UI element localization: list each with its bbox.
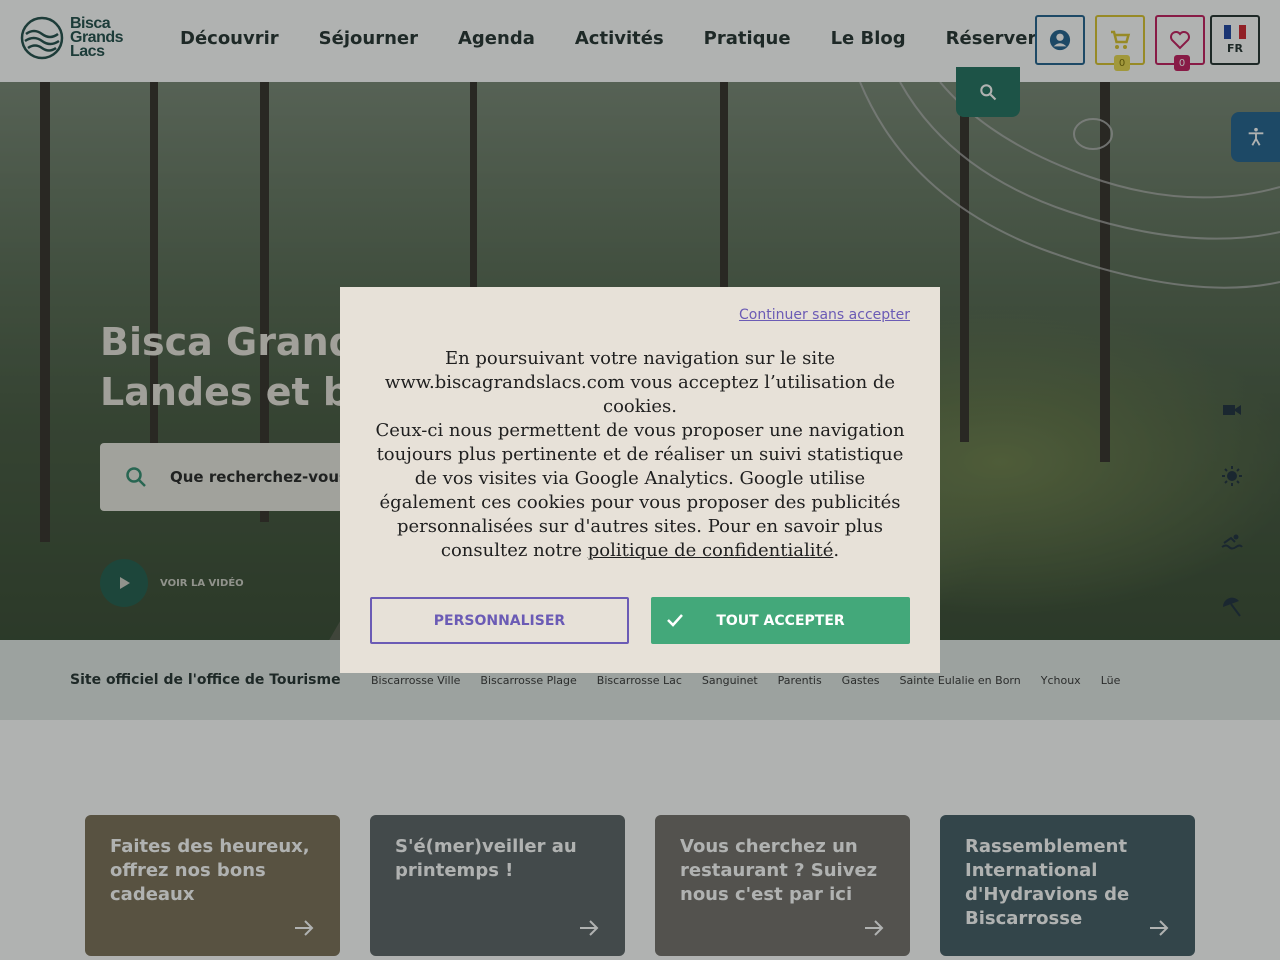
customize-button[interactable]: PERSONNALISER (370, 597, 629, 644)
cookie-text-details: Ceux-ci nous permettent de vous proposer… (375, 420, 905, 561)
privacy-policy-link[interactable]: politique de confidentialité (588, 540, 834, 561)
cookie-text: En poursuivant votre navigation sur le s… (370, 347, 910, 563)
check-icon (667, 614, 683, 627)
continue-without-accepting-link[interactable]: Continuer sans accepter (739, 307, 910, 323)
accept-all-button[interactable]: TOUT ACCEPTER (651, 597, 910, 644)
accept-all-label: TOUT ACCEPTER (716, 612, 845, 629)
cookie-consent-modal: Continuer sans accepter En poursuivant v… (340, 287, 940, 673)
cookie-text-intro: En poursuivant votre navigation sur le s… (384, 348, 896, 417)
